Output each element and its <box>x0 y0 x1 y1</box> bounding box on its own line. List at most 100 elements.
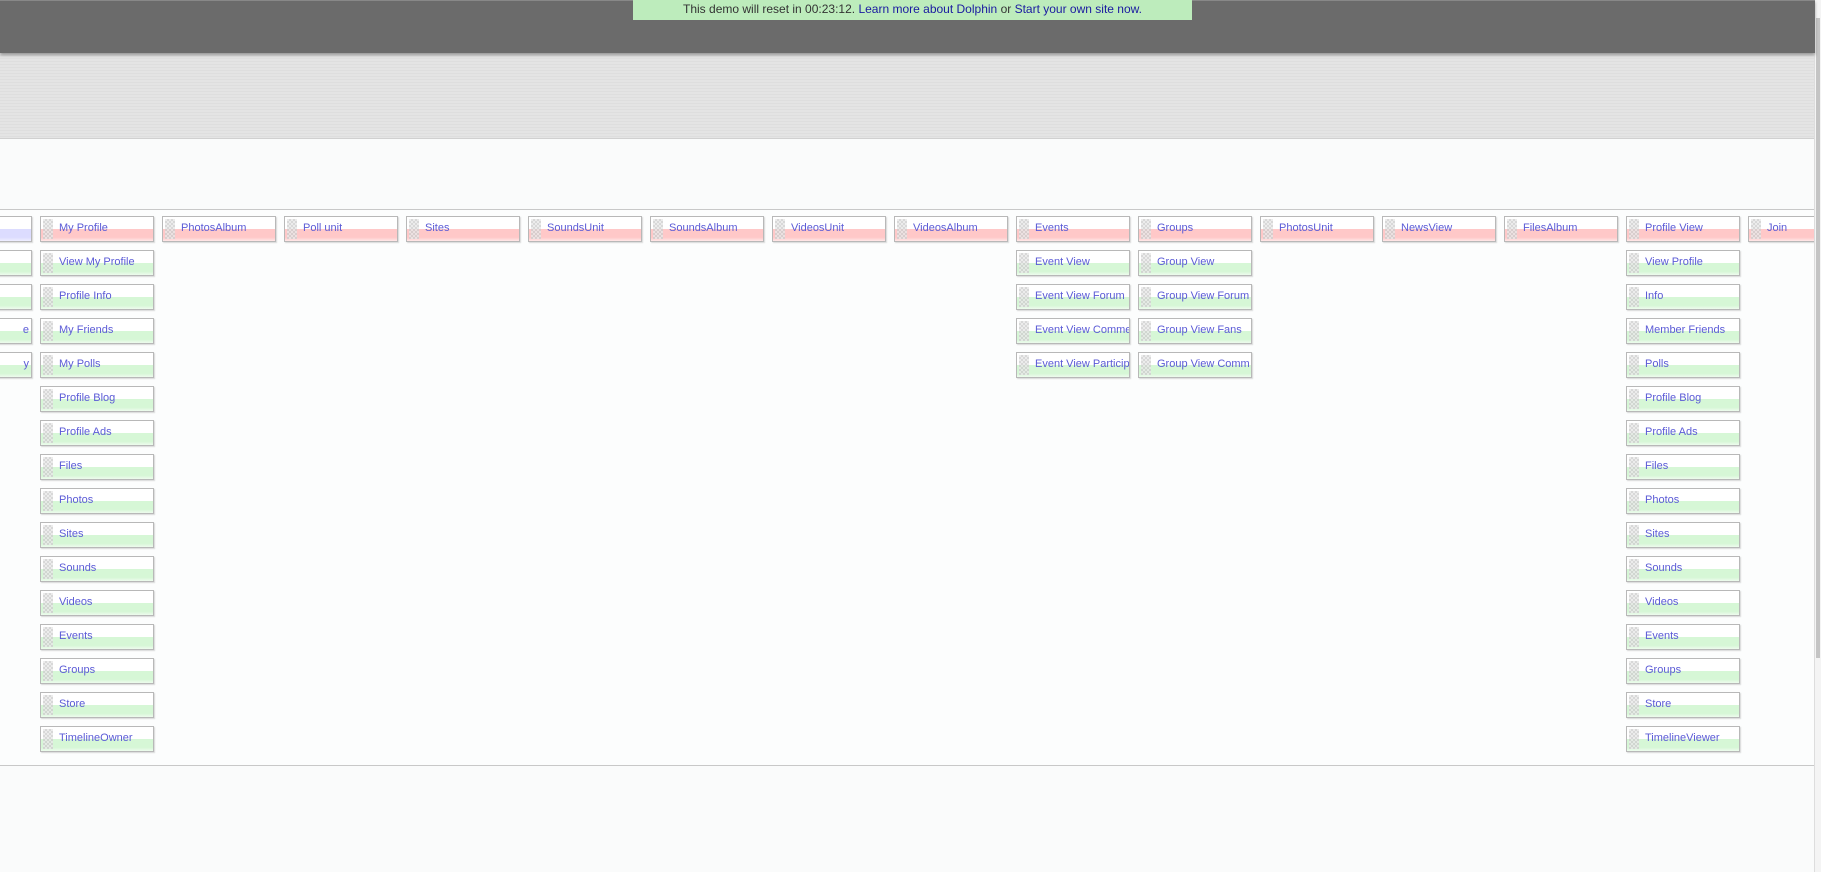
menu-sub-item[interactable]: Photos <box>40 488 154 514</box>
menu-sub-item[interactable] <box>0 284 32 310</box>
menu-top-item[interactable]: PhotosUnit <box>1260 216 1374 242</box>
menu-sub-item[interactable]: Store <box>40 692 154 718</box>
drag-handle-icon[interactable] <box>531 219 541 239</box>
menu-sub-item[interactable]: Events <box>40 624 154 650</box>
drag-handle-icon[interactable] <box>897 219 907 239</box>
drag-handle-icon[interactable] <box>43 627 53 647</box>
drag-handle-icon[interactable] <box>1263 219 1273 239</box>
drag-handle-icon[interactable] <box>1629 695 1639 715</box>
menu-sub-item[interactable]: Store <box>1626 692 1740 718</box>
menu-sub-item[interactable]: Group View Fans <box>1138 318 1252 344</box>
menu-sub-item[interactable]: Groups <box>1626 658 1740 684</box>
menu-sub-item[interactable]: My Polls <box>40 352 154 378</box>
menu-top-item[interactable]: VideosAlbum <box>894 216 1008 242</box>
drag-handle-icon[interactable] <box>43 253 53 273</box>
drag-handle-icon[interactable] <box>1385 219 1395 239</box>
drag-handle-icon[interactable] <box>653 219 663 239</box>
menu-sub-item[interactable]: Sites <box>1626 522 1740 548</box>
drag-handle-icon[interactable] <box>43 219 53 239</box>
menu-top-item[interactable]: My Profile <box>40 216 154 242</box>
drag-handle-icon[interactable] <box>1141 219 1151 239</box>
drag-handle-icon[interactable] <box>43 423 53 443</box>
drag-handle-icon[interactable] <box>1751 219 1761 239</box>
learn-more-link[interactable]: Learn more about Dolphin <box>858 2 997 16</box>
drag-handle-icon[interactable] <box>165 219 175 239</box>
scrollbar[interactable] <box>1814 0 1821 872</box>
menu-top-item[interactable]: PhotosAlbum <box>162 216 276 242</box>
drag-handle-icon[interactable] <box>43 661 53 681</box>
drag-handle-icon[interactable] <box>1141 253 1151 273</box>
menu-top-item[interactable]: Events <box>1016 216 1130 242</box>
drag-handle-icon[interactable] <box>1629 321 1639 341</box>
drag-handle-icon[interactable] <box>43 389 53 409</box>
drag-handle-icon[interactable] <box>1019 287 1029 307</box>
menu-top-item[interactable]: Sites <box>406 216 520 242</box>
drag-handle-icon[interactable] <box>43 525 53 545</box>
menu-sub-item[interactable]: Polls <box>1626 352 1740 378</box>
menu-sub-item[interactable]: Profile Blog <box>40 386 154 412</box>
menu-sub-item[interactable]: View My Profile <box>40 250 154 276</box>
drag-handle-icon[interactable] <box>1019 355 1029 375</box>
drag-handle-icon[interactable] <box>43 321 53 341</box>
scrollbar-thumb[interactable] <box>1816 18 1820 658</box>
menu-sub-item[interactable]: Events <box>1626 624 1740 650</box>
drag-handle-icon[interactable] <box>43 695 53 715</box>
drag-handle-icon[interactable] <box>1629 389 1639 409</box>
drag-handle-icon[interactable] <box>1629 593 1639 613</box>
drag-handle-icon[interactable] <box>1629 457 1639 477</box>
drag-handle-icon[interactable] <box>1629 661 1639 681</box>
menu-sub-item[interactable]: e <box>0 318 32 344</box>
menu-sub-item[interactable]: Files <box>40 454 154 480</box>
drag-handle-icon[interactable] <box>1629 287 1639 307</box>
drag-handle-icon[interactable] <box>43 457 53 477</box>
menu-sub-item[interactable] <box>0 250 32 276</box>
menu-sub-item[interactable]: Info <box>1626 284 1740 310</box>
menu-sub-item[interactable]: Event View Comme <box>1016 318 1130 344</box>
menu-sub-item[interactable]: Sites <box>40 522 154 548</box>
menu-top-item[interactable]: Join <box>1748 216 1815 242</box>
drag-handle-icon[interactable] <box>1629 525 1639 545</box>
drag-handle-icon[interactable] <box>1141 355 1151 375</box>
drag-handle-icon[interactable] <box>1141 321 1151 341</box>
drag-handle-icon[interactable] <box>1629 627 1639 647</box>
menu-sub-item[interactable]: Profile Ads <box>40 420 154 446</box>
drag-handle-icon[interactable] <box>1629 219 1639 239</box>
menu-sub-item[interactable]: Group View <box>1138 250 1252 276</box>
drag-handle-icon[interactable] <box>287 219 297 239</box>
drag-handle-icon[interactable] <box>1507 219 1517 239</box>
menu-sub-item[interactable]: TimelineViewer <box>1626 726 1740 752</box>
menu-sub-item[interactable]: Member Friends <box>1626 318 1740 344</box>
start-own-site-link[interactable]: Start your own site now. <box>1015 2 1142 16</box>
menu-top-item[interactable]: FilesAlbum <box>1504 216 1618 242</box>
menu-sub-item[interactable]: Event View Particip <box>1016 352 1130 378</box>
menu-top-item[interactable]: Groups <box>1138 216 1252 242</box>
menu-top-item[interactable]: NewsView <box>1382 216 1496 242</box>
menu-sub-item[interactable]: Photos <box>1626 488 1740 514</box>
menu-sub-item[interactable]: Event View <box>1016 250 1130 276</box>
menu-sub-item[interactable]: Files <box>1626 454 1740 480</box>
menu-sub-item[interactable]: Videos <box>40 590 154 616</box>
drag-handle-icon[interactable] <box>1019 219 1029 239</box>
menu-sub-item[interactable]: Profile Ads <box>1626 420 1740 446</box>
drag-handle-icon[interactable] <box>1019 253 1029 273</box>
menu-sub-item[interactable]: Sounds <box>1626 556 1740 582</box>
drag-handle-icon[interactable] <box>43 729 53 749</box>
menu-sub-item[interactable]: Group View Forum <box>1138 284 1252 310</box>
menu-top-item[interactable]: VideosUnit <box>772 216 886 242</box>
menu-sub-item[interactable]: Sounds <box>40 556 154 582</box>
menu-sub-item[interactable]: Group View Comm <box>1138 352 1252 378</box>
menu-top-item[interactable]: Poll unit <box>284 216 398 242</box>
drag-handle-icon[interactable] <box>1629 355 1639 375</box>
menu-sub-item[interactable]: Groups <box>40 658 154 684</box>
menu-top-item[interactable]: SoundsAlbum <box>650 216 764 242</box>
menu-sub-item[interactable]: My Friends <box>40 318 154 344</box>
drag-handle-icon[interactable] <box>409 219 419 239</box>
menu-sub-item[interactable]: y <box>0 352 32 378</box>
menu-sub-item[interactable]: View Profile <box>1626 250 1740 276</box>
menu-top-item[interactable] <box>0 216 32 242</box>
drag-handle-icon[interactable] <box>1629 491 1639 511</box>
drag-handle-icon[interactable] <box>775 219 785 239</box>
drag-handle-icon[interactable] <box>43 593 53 613</box>
drag-handle-icon[interactable] <box>43 491 53 511</box>
drag-handle-icon[interactable] <box>1629 559 1639 579</box>
